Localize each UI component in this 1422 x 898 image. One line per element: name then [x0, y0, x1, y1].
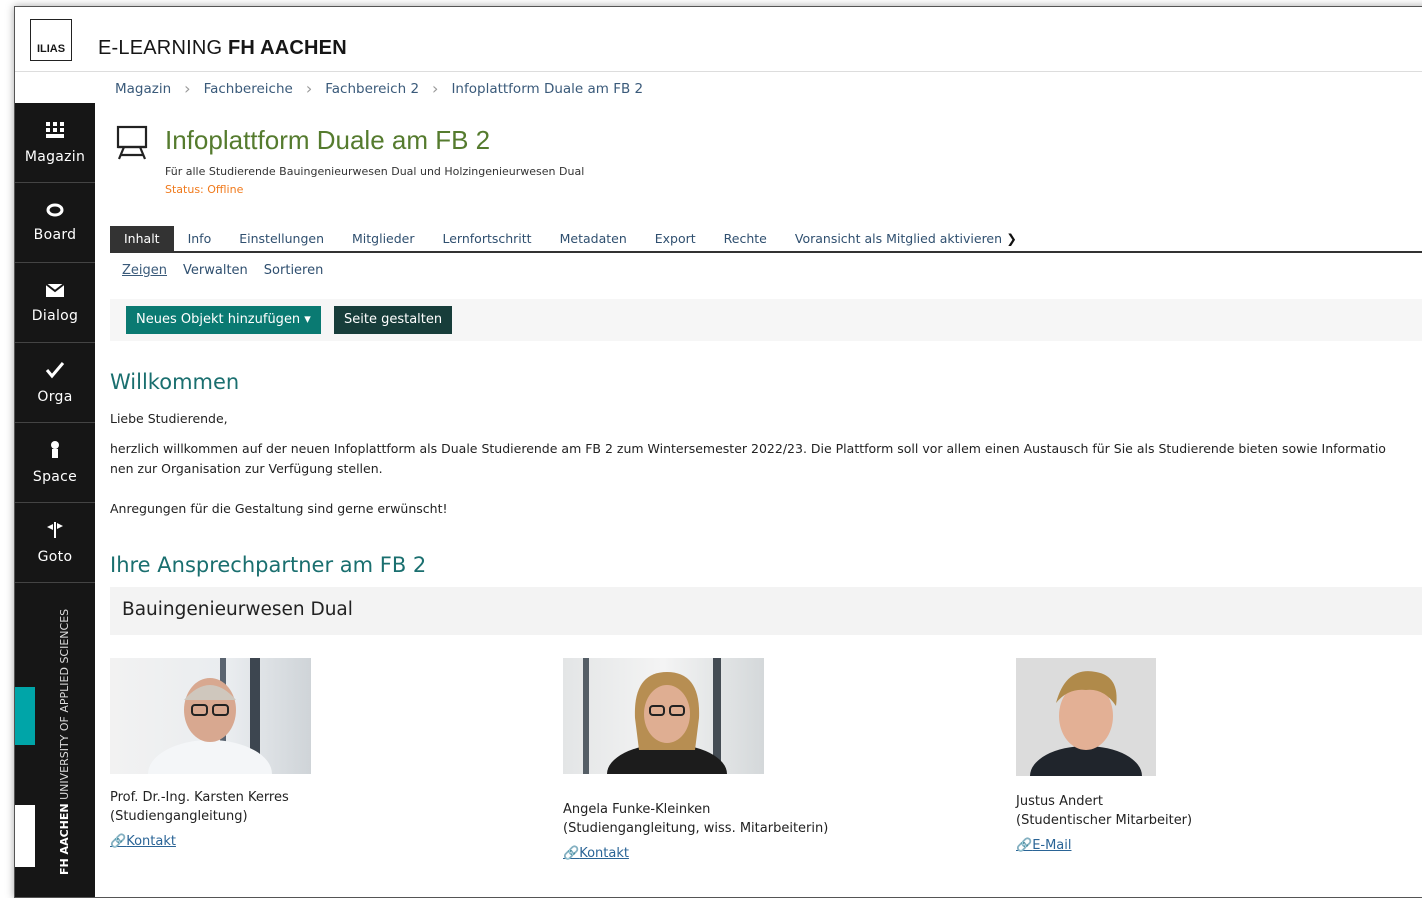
brand-name: FH AACHEN	[58, 803, 71, 875]
contact-role: (Studiengangleitung)	[110, 809, 248, 824]
app-title: E-LEARNING FH AACHEN	[98, 37, 347, 60]
brand-teal-bar	[15, 687, 35, 745]
link-icon: 🔗	[563, 846, 580, 861]
design-page-button[interactable]: Seite gestalten	[334, 306, 453, 334]
contact-link-label: Kontakt	[126, 834, 176, 849]
sidebar-item-board[interactable]: Board	[15, 183, 95, 263]
subtab-sortieren[interactable]: Sortieren	[264, 263, 324, 278]
app-title-bold: FH AACHEN	[228, 37, 347, 59]
sidebar-item-magazin[interactable]: Magazin	[15, 103, 95, 183]
contact-name: Prof. Dr.-Ing. Karsten Kerres	[110, 790, 289, 805]
tab-voransicht[interactable]: Voransicht als Mitglied aktivieren	[781, 226, 1031, 251]
welcome-text-line3: Anregungen für die Gestaltung sind gerne…	[110, 501, 448, 516]
breadcrumb-magazin[interactable]: Magazin	[115, 81, 171, 97]
person-icon	[48, 440, 62, 463]
welcome-heading: Willkommen	[110, 370, 240, 394]
ring-icon	[46, 203, 64, 221]
grid-icon	[45, 121, 65, 143]
sidebar-item-orga[interactable]: Orga	[15, 343, 95, 423]
sidebar-item-space[interactable]: Space	[15, 423, 95, 503]
tab-bar: Inhalt Info Einstellungen Mitglieder Ler…	[110, 226, 1422, 253]
subtab-bar: Zeigen Verwalten Sortieren	[122, 263, 323, 278]
header: ILIAS E-LEARNING FH AACHEN	[15, 7, 1422, 72]
add-object-button[interactable]: Neues Objekt hinzufügen ▾	[126, 306, 321, 334]
link-icon: 🔗	[1016, 838, 1033, 853]
sidebar-item-label: Space	[32, 468, 78, 485]
welcome-text-line1: herzlich willkommen auf der neuen Infopl…	[110, 441, 1386, 456]
welcome-text-line2: nen zur Organisation zur Verfügung stell…	[110, 461, 383, 476]
sidebar-item-dialog[interactable]: Dialog	[15, 263, 95, 343]
checkmark-icon	[45, 361, 65, 383]
chevron-right-icon: ›	[184, 79, 191, 98]
chevron-right-icon: ›	[432, 79, 439, 98]
ilias-logo[interactable]: ILIAS	[30, 19, 72, 61]
contact-card: Justus Andert (Studentischer Mitarbeiter…	[1016, 658, 1192, 853]
chevron-right-icon: ›	[305, 79, 313, 98]
toolbar: Neues Objekt hinzufügen ▾ Seite gestalte…	[110, 299, 1422, 341]
contact-card: Prof. Dr.-Ing. Karsten Kerres (Studienga…	[110, 658, 311, 849]
brand-vertical-text: FH AACHEN UNIVERSITY OF APPLIED SCIENCES	[58, 609, 71, 875]
signpost-icon	[45, 521, 65, 543]
tab-mitglieder[interactable]: Mitglieder	[338, 226, 429, 251]
contact-role: (Studentischer Mitarbeiter)	[1016, 813, 1193, 828]
subtab-verwalten[interactable]: Verwalten	[183, 263, 248, 278]
contact-link[interactable]: 🔗Kontakt	[563, 846, 629, 861]
tab-metadaten[interactable]: Metadaten	[546, 226, 641, 251]
contact-link[interactable]: 🔗E-Mail	[1016, 838, 1072, 853]
tab-rechte[interactable]: Rechte	[710, 226, 781, 251]
contact-link[interactable]: 🔗Kontakt	[110, 834, 176, 849]
tab-einstellungen[interactable]: Einstellungen	[225, 226, 338, 251]
contact-name: Angela Funke-Kleinken	[563, 802, 711, 817]
contact-link-label: E-Mail	[1032, 838, 1072, 853]
easel-icon	[115, 125, 149, 161]
breadcrumb: Magazin › Fachbereiche › Fachbereich 2 ›…	[115, 79, 643, 98]
tab-lernfortschritt[interactable]: Lernfortschritt	[429, 226, 546, 251]
tab-export[interactable]: Export	[641, 226, 710, 251]
mainbar: Magazin Board Dialog Orga Space Goto FH …	[15, 103, 95, 897]
tab-inhalt[interactable]: Inhalt	[110, 226, 174, 251]
breadcrumb-fachbereiche[interactable]: Fachbereiche	[204, 81, 293, 97]
app-window: ILIAS E-LEARNING FH AACHEN Magazin › Fac…	[14, 6, 1422, 898]
fh-aachen-brand: FH AACHEN UNIVERSITY OF APPLIED SCIENCES	[15, 609, 95, 897]
brand-subtitle: UNIVERSITY OF APPLIED SCIENCES	[58, 608, 71, 800]
sidebar-item-label: Goto	[37, 548, 73, 565]
contact-name: Justus Andert	[1016, 794, 1103, 809]
contacts-heading: Ihre Ansprechpartner am FB 2	[110, 553, 427, 577]
contact-role: (Studiengangleitung, wiss. Mitarbeiterin…	[563, 821, 829, 836]
sidebar-item-label: Dialog	[31, 307, 79, 324]
status-text: Status: Offline	[165, 183, 244, 196]
subtab-zeigen[interactable]: Zeigen	[122, 263, 167, 278]
app-title-prefix: E-LEARNING	[98, 37, 223, 59]
tab-info[interactable]: Info	[174, 226, 226, 251]
contact-photo	[1016, 658, 1156, 776]
accordion-title: Bauingenieurwesen Dual	[122, 599, 353, 620]
page-title: Infoplattform Duale am FB 2	[165, 125, 491, 155]
contact-card: Angela Funke-Kleinken (Studiengangleitun…	[563, 658, 828, 861]
page-description: Für alle Studierende Bauingenieurwesen D…	[165, 165, 585, 178]
accordion-header[interactable]: Bauingenieurwesen Dual ▼	[110, 587, 1422, 635]
sidebar-item-label: Board	[33, 226, 77, 243]
welcome-greeting: Liebe Studierende,	[110, 411, 228, 426]
contact-photo	[563, 658, 764, 774]
sidebar-item-goto[interactable]: Goto	[15, 503, 95, 583]
contact-link-label: Kontakt	[579, 846, 629, 861]
link-icon: 🔗	[110, 834, 127, 849]
envelope-icon	[45, 282, 65, 302]
sidebar-item-label: Magazin	[24, 148, 86, 165]
breadcrumb-current[interactable]: Infoplattform Duale am FB 2	[451, 81, 643, 97]
contact-photo	[110, 658, 311, 774]
sidebar-item-label: Orga	[37, 388, 73, 405]
breadcrumb-fachbereich-2[interactable]: Fachbereich 2	[325, 81, 419, 97]
main-content: Infoplattform Duale am FB 2 Für alle Stu…	[110, 103, 1422, 897]
brand-white-bar	[15, 805, 35, 867]
